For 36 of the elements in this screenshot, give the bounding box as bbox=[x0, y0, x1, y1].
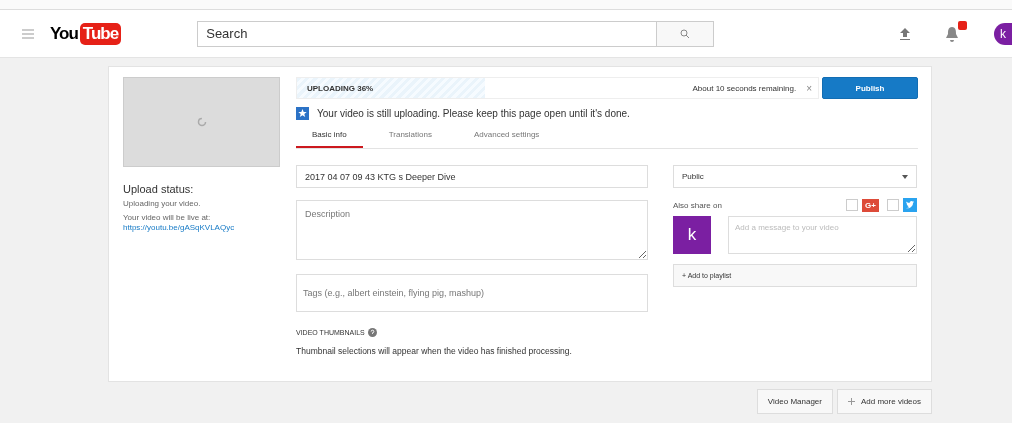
upload-status-title: Upload status: bbox=[123, 183, 195, 195]
privacy-dropdown[interactable]: Public bbox=[673, 165, 917, 188]
help-icon[interactable] bbox=[367, 328, 377, 337]
google-plus-logo: G+ bbox=[862, 198, 879, 212]
account-avatar[interactable]: k bbox=[994, 22, 1012, 45]
close-button[interactable]: × bbox=[806, 82, 812, 94]
menu-icon[interactable] bbox=[22, 28, 34, 39]
caret-icon bbox=[902, 174, 908, 179]
description-field[interactable]: Description bbox=[296, 200, 648, 260]
tab[interactable]: Advanced settings bbox=[457, 124, 556, 148]
title-field[interactable]: 2017 04 07 09 43 KTG s Deeper Dive bbox=[296, 165, 648, 188]
search-button[interactable] bbox=[656, 20, 715, 47]
upload-notice: Your video is still uploading. Please keep this page open until it's done. bbox=[317, 108, 630, 119]
google-plus-checkbox[interactable] bbox=[846, 199, 859, 211]
star-icon bbox=[296, 107, 309, 120]
user-avatar: k bbox=[673, 216, 711, 254]
twitter-checkbox[interactable] bbox=[887, 199, 899, 211]
footer-button[interactable]: Video Manager bbox=[756, 389, 833, 414]
search-icon bbox=[680, 28, 691, 39]
tab[interactable]: Translations bbox=[372, 124, 448, 148]
footer-button[interactable]: Add more videos bbox=[836, 389, 932, 414]
upload-status-text: Uploading your video. bbox=[123, 199, 202, 209]
share-label: Also share on bbox=[673, 200, 722, 210]
video-link[interactable]: https://youtu.be/gASqKVLAQyc bbox=[123, 223, 280, 232]
thumbnails-message: Thumbnail selections will appear when the video has finished processing. bbox=[296, 346, 573, 356]
progress-label: UPLOADING 36% bbox=[307, 83, 374, 93]
upload-icon[interactable] bbox=[900, 27, 910, 40]
tags-field[interactable]: Tags (e.g., albert einstein, flying pig, mashup) bbox=[296, 274, 648, 312]
tab[interactable]: Basic info bbox=[296, 124, 363, 148]
spinner-icon bbox=[196, 117, 207, 127]
bird-icon bbox=[903, 198, 917, 212]
publish-button[interactable]: Publish bbox=[822, 77, 918, 99]
bell-icon[interactable] bbox=[944, 24, 960, 43]
time-remaining: About 10 seconds remaining. bbox=[692, 83, 797, 93]
search-field[interactable]: Search bbox=[197, 20, 657, 47]
live-label: Your video will be live at: bbox=[123, 213, 212, 223]
